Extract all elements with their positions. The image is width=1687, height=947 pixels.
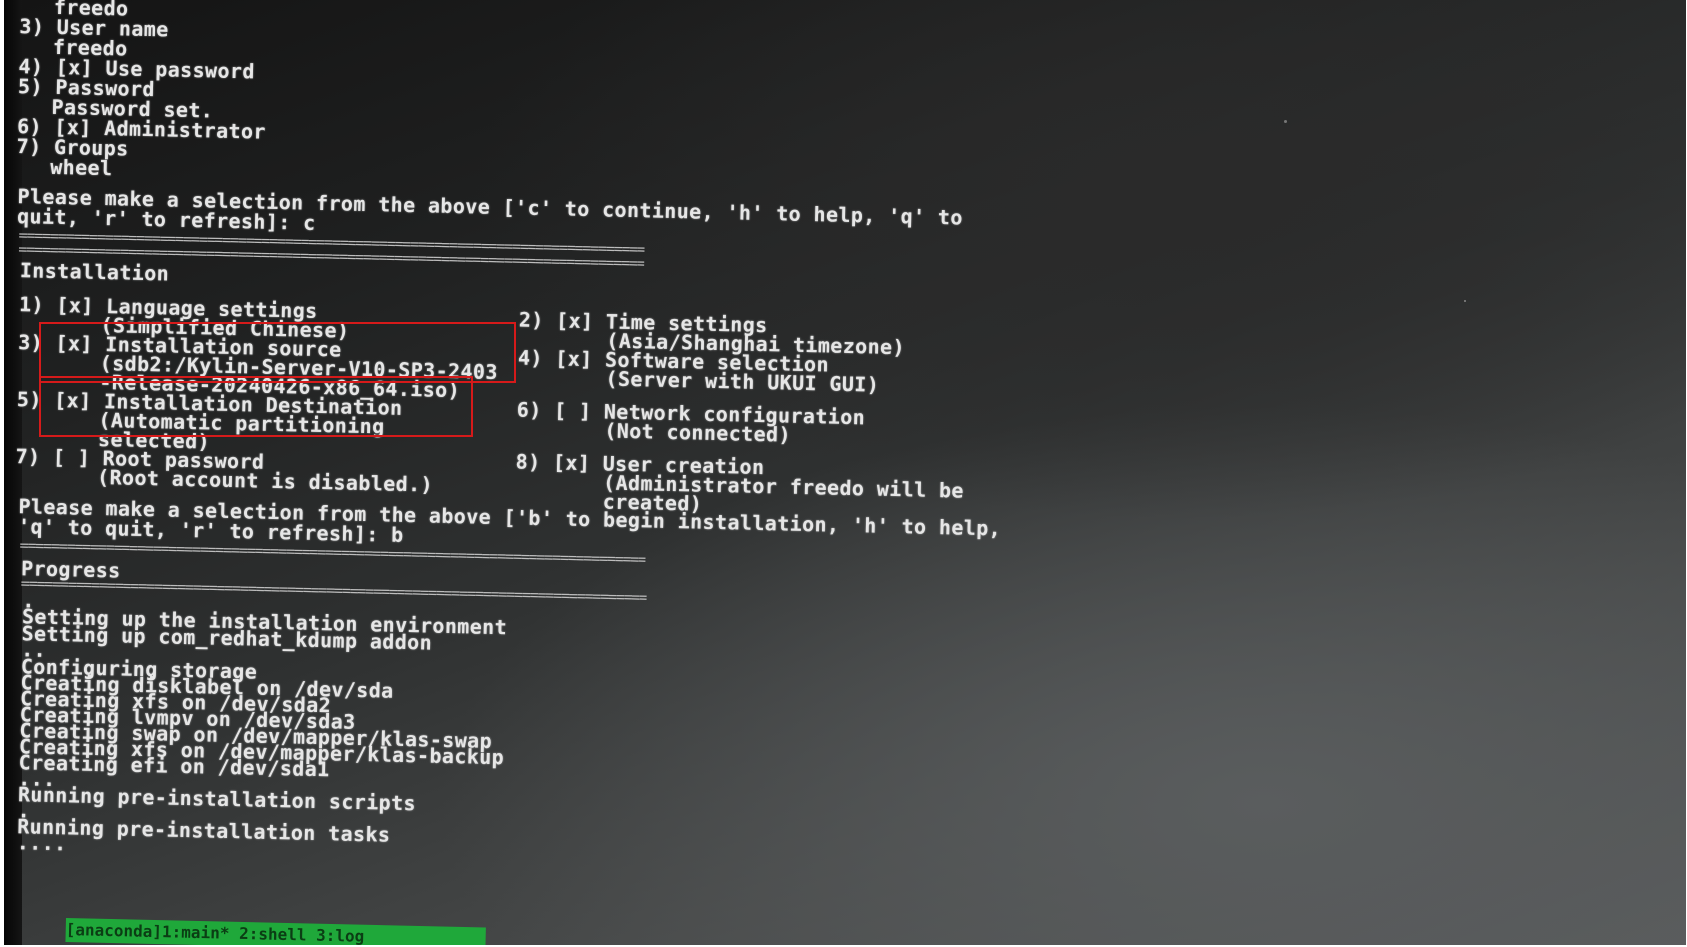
terminal-screen: freedo 3) User name freedo 4) [x] Use pa…: [4, 0, 1126, 945]
progress-line: ....: [16, 830, 67, 856]
progress-line: Creating efi on /dev/sda1: [18, 750, 330, 782]
separator-line: ========================================…: [20, 576, 648, 606]
progress-line: Running pre-installation tasks: [16, 814, 391, 847]
hub-item-network-configuration-detail: (Not connected): [604, 418, 792, 447]
progress-line: Running pre-installation scripts: [17, 782, 417, 816]
installation-title: Installation: [19, 258, 170, 286]
highlight-box-installation-source: [39, 322, 516, 383]
dust-speck: [1284, 120, 1287, 123]
photo-of-monitor: freedo 3) User name freedo 4) [x] Use pa…: [4, 0, 1686, 945]
hub-item-root-password-detail: (Root account is disabled.): [96, 464, 434, 497]
highlight-box-installation-destination: [39, 376, 473, 437]
groups-value: wheel: [49, 154, 113, 181]
hub-item-software-selection-detail: (Server with UKUI GUI): [605, 366, 880, 397]
dust-speck: [1464, 300, 1466, 302]
